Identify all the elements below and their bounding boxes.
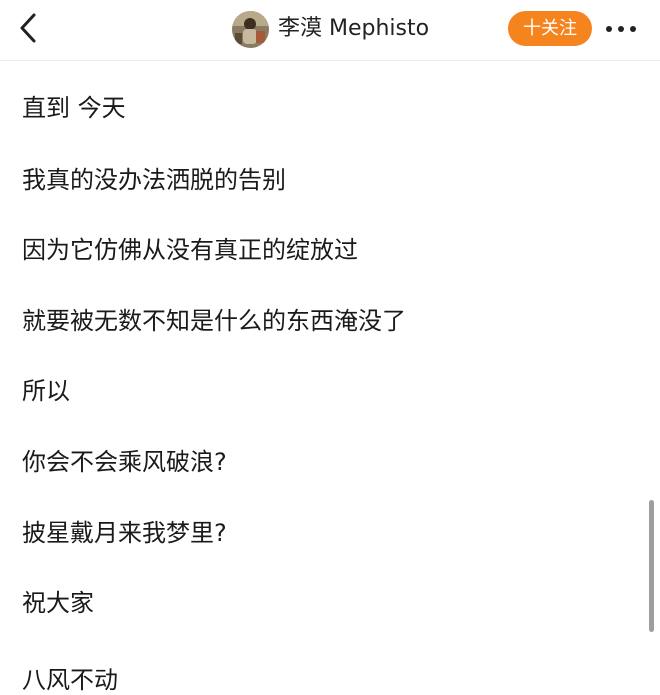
post-line: 八风不动 [22,666,118,694]
username[interactable]: 李漠 Mephisto [278,10,429,48]
top-nav-bar: 李漠 Mephisto 十关注 [0,0,660,61]
vertical-scrollbar[interactable] [649,500,654,632]
post-line: 你会不会乘风破浪? [22,448,227,476]
chevron-left-icon [20,13,36,43]
post-line: 直到 今天 [22,94,126,122]
post-content: 直到 今天 我真的没办法洒脱的告别 因为它仿佛从没有真正的绽放过 就要被无数不知… [0,61,660,695]
user-profile-link[interactable]: 李漠 Mephisto [232,10,429,48]
post-line: 就要被无数不知是什么的东西淹没了 [22,307,406,335]
more-horizontal-icon [606,26,636,32]
post-line: 所以 [22,377,70,405]
follow-button[interactable]: 十关注 [508,11,592,46]
more-button[interactable] [603,16,639,42]
post-line: 因为它仿佛从没有真正的绽放过 [22,236,358,264]
post-line: 披星戴月来我梦里? [22,519,227,547]
avatar[interactable] [232,10,269,48]
post-line: 我真的没办法洒脱的告别 [22,166,286,194]
back-button[interactable] [10,8,50,48]
post-line: 祝大家 [22,589,94,617]
